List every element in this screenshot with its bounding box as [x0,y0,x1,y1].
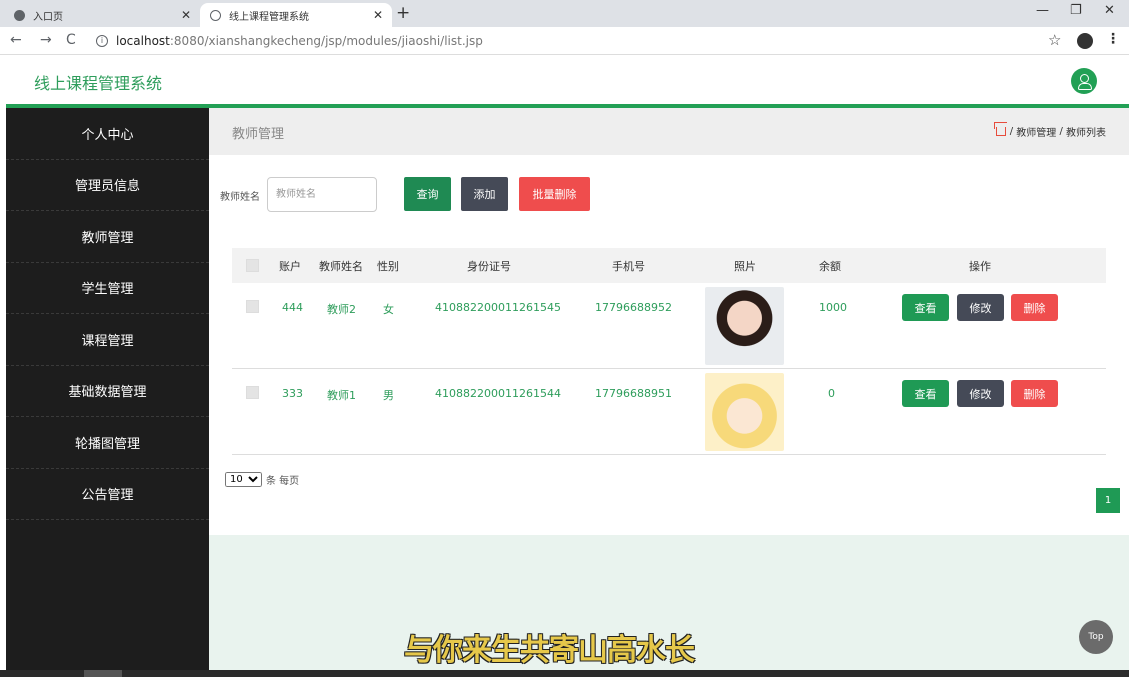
view-button[interactable]: 查看 [902,294,949,321]
page-size-label: 条 每页 [266,476,300,487]
table-row: 444 教师2 女 410882200011261545 17796688952… [232,283,1106,369]
batch-delete-button[interactable]: 批量删除 [519,177,590,211]
teacher-table: 账户 教师姓名 性别 身份证号 手机号 照片 余额 操作 444 教师2 女 4… [232,248,1106,455]
page-size-select[interactable]: 10 [225,472,262,487]
app-title: 线上课程管理系统 [34,74,163,93]
cell-id-card: 410882200011261545 [435,301,561,314]
cell-phone: 17796688951 [595,387,672,400]
sidebar: 个人中心 管理员信息 教师管理 学生管理 课程管理 基础数据管理 轮播图管理 公… [6,108,209,670]
restore-icon[interactable]: ❐ [1070,3,1082,18]
column-header: 余额 [819,259,841,273]
view-button[interactable]: 查看 [902,380,949,407]
breadcrumb-level2: 教师列表 [1066,128,1106,139]
close-icon[interactable]: ✕ [370,8,386,22]
teacher-photo [705,287,784,365]
sidebar-item-teacher-management[interactable]: 教师管理 [6,211,209,263]
page-number-button[interactable]: 1 [1096,488,1120,513]
column-header: 教师姓名 [319,259,363,273]
delete-button[interactable]: 删除 [1011,294,1058,321]
cell-gender: 女 [383,303,394,316]
browser-tab[interactable]: 入口页 ✕ [4,3,200,27]
edit-button[interactable]: 修改 [957,294,1004,321]
column-header: 性别 [377,259,399,273]
cell-balance: 0 [828,387,835,400]
info-icon[interactable]: i [96,35,108,47]
profile-icon[interactable] [1077,33,1093,49]
sidebar-item-course-management[interactable]: 课程管理 [6,314,209,366]
url-field[interactable]: i localhost :8080/xianshangkecheng/jsp/m… [90,30,1075,52]
close-window-icon[interactable]: ✕ [1104,3,1115,18]
sidebar-item-notices[interactable]: 公告管理 [6,469,209,520]
back-to-top-button[interactable]: Top [1079,620,1113,654]
table-header: 账户 教师姓名 性别 身份证号 手机号 照片 余额 操作 [232,248,1106,283]
add-button[interactable]: 添加 [461,177,508,211]
page-size-control: 10 条 每页 [225,472,299,487]
taskbar-item[interactable] [84,670,122,677]
app-header: 线上课程管理系统 [0,56,1129,104]
breadcrumb: / 教师管理 / 教师列表 [995,124,1106,139]
edit-button[interactable]: 修改 [957,380,1004,407]
breadcrumb-sep: / [1009,126,1014,137]
delete-button[interactable]: 删除 [1011,380,1058,407]
row-checkbox[interactable] [246,300,259,313]
url-path: :8080/xianshangkecheng/jsp/modules/jiaos… [169,34,483,48]
forward-icon[interactable]: → [40,32,52,48]
menu-icon[interactable]: ⋮ [1106,31,1120,47]
sidebar-item-personal-center[interactable]: 个人中心 [6,108,209,160]
sidebar-item-carousel[interactable]: 轮播图管理 [6,417,209,469]
minimize-icon[interactable]: — [1036,3,1049,18]
main-content: 教师管理 / 教师管理 / 教师列表 教师姓名 查询 添加 批量删除 账户 教师… [209,108,1129,670]
column-header: 账户 [279,259,301,273]
user-icon[interactable] [1071,68,1097,94]
cell-gender: 男 [383,389,394,402]
column-header: 操作 [969,259,991,273]
column-header: 身份证号 [467,259,511,273]
page-title: 教师管理 [232,127,285,142]
globe-icon [14,9,25,21]
star-icon[interactable]: ☆ [1048,31,1061,49]
sidebar-item-admin-info[interactable]: 管理员信息 [6,160,209,211]
url-host: localhost [116,34,170,48]
back-icon[interactable]: ← [10,32,22,48]
query-button[interactable]: 查询 [404,177,451,211]
breadcrumb-sep: / [1059,126,1063,137]
search-label: 教师姓名 [220,192,260,203]
column-header: 手机号 [612,259,645,273]
tab-title: 线上课程管理系统 [229,11,309,23]
row-checkbox[interactable] [246,386,259,399]
cell-name: 教师2 [327,303,356,316]
cell-balance: 1000 [819,301,847,314]
table-row: 333 教师1 男 410882200011261544 17796688951… [232,369,1106,455]
address-bar: ← → C i localhost :8080/xianshangkecheng… [0,27,1129,55]
new-tab-button[interactable]: + [396,3,410,23]
close-icon[interactable]: ✕ [178,8,194,22]
select-all-checkbox[interactable] [246,259,259,272]
video-subtitle: 与你来生共寄山高水长 [404,633,695,668]
reload-icon[interactable]: C [66,32,76,48]
taskbar [0,670,1129,677]
home-icon[interactable] [995,127,1006,136]
cell-account: 333 [282,387,303,400]
shield-icon [210,9,221,21]
sidebar-item-base-data[interactable]: 基础数据管理 [6,366,209,417]
page-header: 教师管理 / 教师管理 / 教师列表 [209,108,1129,155]
cell-phone: 17796688952 [595,301,672,314]
cell-id-card: 410882200011261544 [435,387,561,400]
cell-account: 444 [282,301,303,314]
browser-tab-active[interactable]: 线上课程管理系统 ✕ [200,3,392,27]
tab-title: 入口页 [33,11,63,23]
browser-tab-bar: 入口页 ✕ 线上课程管理系统 ✕ + — ❐ ✕ [0,0,1129,27]
sidebar-item-student-management[interactable]: 学生管理 [6,263,209,314]
column-header: 照片 [734,259,756,273]
teacher-name-input[interactable] [267,177,377,212]
cell-name: 教师1 [327,389,356,402]
teacher-photo [705,373,784,451]
breadcrumb-level1[interactable]: 教师管理 [1016,124,1056,139]
footer-area: 与你来生共寄山高水长 Top [209,535,1129,670]
